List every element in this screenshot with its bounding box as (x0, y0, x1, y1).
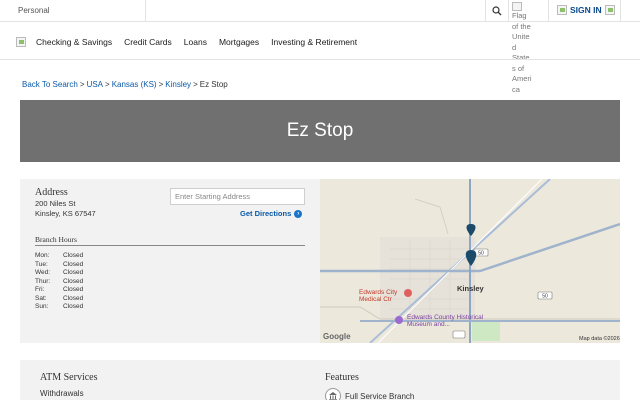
map-poi-label: Edwards City Medical Ctr (359, 289, 398, 303)
hours-day: Wed: (35, 269, 51, 276)
nav-item-checking-savings[interactable]: Checking & Savings (36, 37, 112, 47)
sign-in-button[interactable]: SIGN IN (557, 5, 615, 15)
broken-image-icon (604, 5, 615, 15)
breadcrumb-link[interactable]: Kinsley (165, 80, 191, 89)
hours-day: Sat: (35, 294, 47, 302)
nav-item-credit-cards[interactable]: Credit Cards (124, 37, 172, 47)
arrow-right-icon: › (294, 209, 303, 218)
nav-items: Checking & Savings Credit Cards Loans Mo… (36, 37, 357, 47)
hours-row: Mon: Closed (35, 252, 83, 261)
segment-selector[interactable]: Personal (18, 6, 50, 15)
map-town-label: Kinsley (457, 284, 484, 293)
hours-row: Thur: Closed (35, 278, 83, 287)
museum-icon (395, 316, 403, 324)
get-directions-label: Get Directions (240, 209, 292, 218)
logo[interactable] (16, 37, 26, 47)
highway-shield-label: 50 (542, 294, 548, 300)
search-button[interactable] (485, 0, 509, 22)
breadcrumb-current: Ez Stop (199, 80, 228, 89)
hours-row: Fri: Closed (35, 286, 83, 295)
sign-in-label: SIGN IN (570, 5, 602, 15)
highway-shield-label: 50 (478, 251, 484, 257)
hospital-icon (404, 289, 412, 297)
hours-day: Fri: (35, 286, 45, 293)
broken-image-icon (512, 2, 522, 11)
hours-row: Sun: Closed (35, 303, 83, 312)
hours-day: Mon: (35, 252, 50, 259)
hours-row: Wed: Closed (35, 269, 83, 278)
breadcrumb-link[interactable]: USA (87, 80, 103, 89)
hours-value: Closed (63, 260, 84, 268)
hours-day: Sun: (35, 303, 49, 310)
feature-item: Full Service Branch (325, 388, 414, 400)
top-bar: Personal Flag of the United States of Am… (0, 0, 640, 94)
divider (145, 0, 146, 22)
nav-item-loans[interactable]: Loans (184, 37, 207, 47)
map-copyright[interactable]: Map data ©2026 (579, 336, 620, 342)
nav-item-mortgages[interactable]: Mortgages (219, 37, 259, 47)
hours-value: Closed (63, 269, 84, 276)
hours-value: Closed (63, 294, 84, 302)
hours-heading: Branch Hours (35, 235, 77, 244)
divider (35, 245, 305, 246)
breadcrumb-separator: > (193, 80, 198, 89)
broken-image-icon (557, 5, 567, 15)
hours-day: Thur: (35, 277, 51, 285)
hours-day: Tue: (35, 260, 48, 268)
hours-value: Closed (63, 303, 84, 310)
atm-service-item: Withdrawals (40, 389, 84, 398)
nav-item-investing-retirement[interactable]: Investing & Retirement (271, 37, 357, 47)
google-logo: Google (323, 332, 351, 341)
hours-value: Closed (63, 277, 84, 285)
hours-row: Sat: Closed (35, 295, 83, 304)
bank-icon (325, 388, 341, 400)
hours-table: Mon: Closed Tue: Closed Wed: Closed Thur: Cl… (35, 252, 83, 312)
address-heading: Address (35, 187, 68, 198)
get-directions-button[interactable]: Get Directions › (240, 209, 303, 218)
search-icon (492, 6, 502, 16)
feature-label: Full Service Branch (345, 391, 415, 400)
breadcrumb-link[interactable]: Kansas (KS) (112, 80, 157, 89)
main-nav: Checking & Savings Credit Cards Loans Mo… (0, 22, 640, 60)
services-panel: ATM Services Withdrawals Features Full S… (20, 360, 620, 400)
page-title: Ez Stop (286, 120, 354, 141)
breadcrumb: Back To Search > USA > Kansas (KS) > Kinsley > E… (22, 80, 228, 89)
features-heading: Features (325, 372, 359, 383)
breadcrumb-link[interactable]: Back To Search (22, 80, 78, 89)
address-line1: 200 Niles St (35, 199, 76, 208)
divider (620, 0, 621, 22)
breadcrumb-separator: > (79, 80, 85, 89)
starting-address-input[interactable] (170, 188, 305, 205)
location-info-panel: Address 200 Niles St Kinsley, KS 67547 G… (20, 179, 320, 343)
location-map[interactable]: 50 50 Kinsley Edwards City Medical Ctr E… (320, 179, 620, 343)
hero-banner: Ez Stop (20, 100, 620, 162)
atm-services-heading: ATM Services (40, 372, 98, 383)
address-line2: Kinsley, KS 67547 (35, 209, 96, 218)
map-poi-label: Edwards County Historical Museum and... (407, 314, 484, 328)
divider (548, 0, 549, 22)
breadcrumb-separator: > (158, 80, 164, 89)
hours-value: Closed (63, 286, 84, 293)
hours-value: Closed (63, 252, 84, 259)
hours-row: Tue: Closed (35, 261, 83, 270)
breadcrumb-separator: > (105, 80, 110, 89)
